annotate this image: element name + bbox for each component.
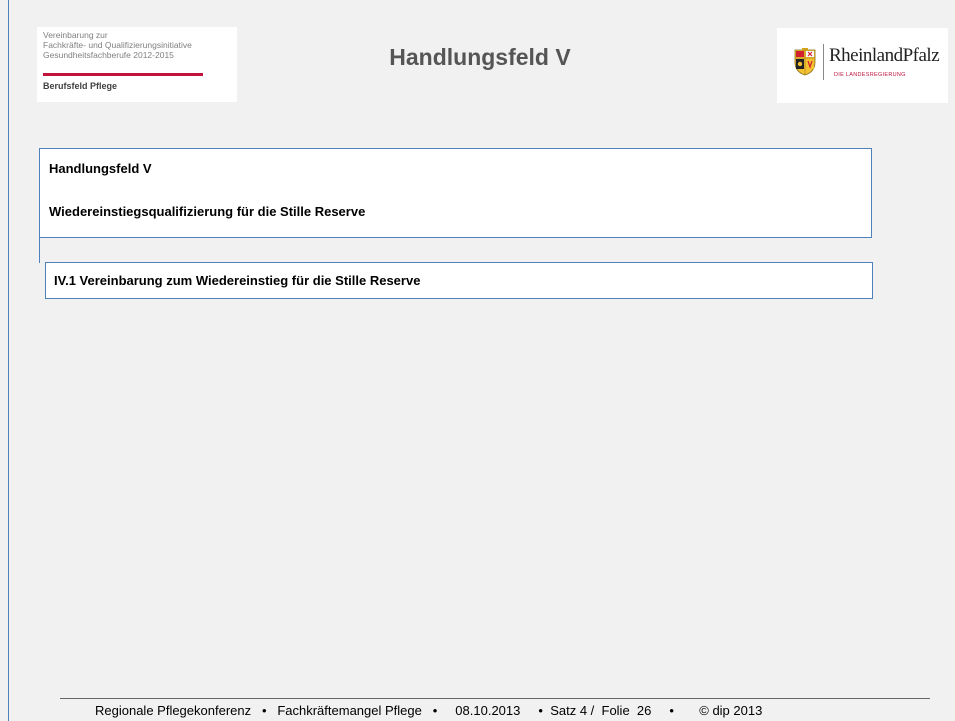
coat-of-arms-icon bbox=[794, 48, 816, 76]
logo-brand: RheinlandPfalz bbox=[829, 45, 940, 66]
logo-red-bar bbox=[43, 73, 203, 76]
agreement-text: IV.1 Vereinbarung zum Wiedereinstieg für… bbox=[54, 273, 421, 288]
initiative-logo: Vereinbarung zur Fachkräfte- und Qualifi… bbox=[37, 27, 237, 102]
slide-title: Handlungsfeld V bbox=[389, 44, 571, 70]
slide-footer: Regionale Pflegekonferenz • Fachkräftema… bbox=[95, 703, 763, 718]
logo-line-2: Fachkräfte- und Qualifizierungsinitiativ… bbox=[43, 40, 192, 50]
box-connector-line bbox=[39, 237, 40, 263]
slide-left-border bbox=[8, 0, 9, 721]
logo-line-1: Vereinbarung zur bbox=[43, 30, 108, 40]
logo-subtitle: Berufsfeld Pflege bbox=[43, 81, 118, 91]
box-heading: Handlungsfeld V bbox=[49, 161, 152, 176]
logo-divider bbox=[823, 44, 824, 80]
logo-brand-sub: DIE LANDESREGIERUNG bbox=[834, 72, 906, 78]
box-subheading: Wiedereinstiegsqualifizierung für die St… bbox=[49, 204, 366, 219]
rlp-logo: RheinlandPfalz DIE LANDESREGIERUNG bbox=[777, 28, 948, 103]
footer-rule bbox=[60, 698, 930, 699]
logo-line-3: Gesundheitsfachberufe 2012-2015 bbox=[43, 50, 174, 60]
handlungsfeld-box: Handlungsfeld V Wiedereinstiegsqualifizi… bbox=[39, 148, 872, 238]
agreement-box: IV.1 Vereinbarung zum Wiedereinstieg für… bbox=[45, 262, 873, 299]
